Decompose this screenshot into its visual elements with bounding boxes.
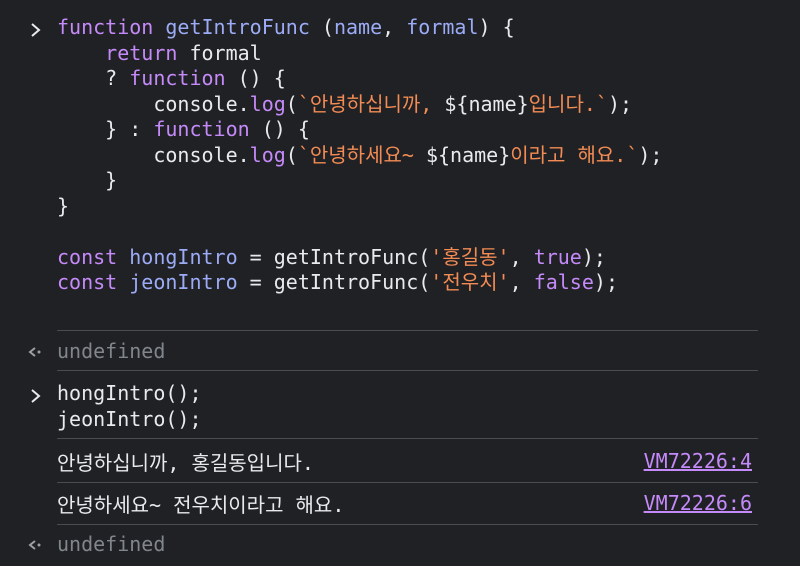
separator (57, 482, 758, 483)
code-token: name (333, 15, 383, 39)
code-token: } (57, 168, 118, 192)
code-line: hongIntro(); (57, 381, 202, 405)
code-token: true (533, 244, 582, 269)
source-link[interactable]: VM72226:4 (644, 449, 752, 473)
code-token: false (533, 270, 594, 294)
code-token: () { (249, 117, 310, 141)
log-text: 안녕하십니까, 홍길동입니다. (57, 450, 314, 475)
code-token: jeonIntro (129, 270, 238, 294)
code-token: , (382, 15, 407, 39)
code-token: ${name} (444, 91, 529, 116)
code-token: `안녕하세요~ (297, 142, 426, 167)
code-token: return (105, 40, 178, 65)
code-token: = getIntroFunc( (237, 270, 431, 294)
code-line: } (57, 194, 752, 220)
return-arrow-icon (26, 533, 46, 557)
code-token: formal (406, 15, 479, 39)
log-text: 안녕하세요~ 전우치이라고 해요. (57, 492, 345, 517)
code-line: ? function () { (57, 66, 752, 92)
code-token: function (57, 15, 154, 39)
code-token: function (153, 117, 250, 141)
result-value: undefined (57, 339, 166, 363)
code-token: '전우치' (430, 270, 510, 294)
code-token: ( (285, 142, 298, 167)
code-line: jeonIntro(); (57, 406, 202, 431)
code-token: } (57, 193, 70, 218)
code-token: () { (225, 66, 286, 90)
code-line: } : function () { (57, 117, 752, 143)
code-token: console. (57, 142, 250, 167)
chevron-right-icon (26, 18, 46, 42)
code-line: console.log(`안녕하십니까, ${name}입니다.`); (57, 92, 752, 118)
separator (57, 370, 758, 371)
code-line: function getIntroFunc (name, formal) { (57, 15, 752, 41)
result-value: undefined (57, 532, 166, 556)
code-token: ( (309, 15, 334, 39)
code-token: const (57, 270, 118, 294)
log-message: 안녕하십니까, 홍길동입니다. VM72226:4 (57, 446, 752, 476)
code-token: ( (285, 91, 298, 116)
code-token: , (509, 244, 534, 269)
code-token: hongIntro (129, 244, 238, 269)
devtools-console: function getIntroFunc (name, formal) { r… (0, 0, 800, 566)
return-arrow-icon (26, 340, 46, 364)
chevron-right-icon (26, 384, 46, 408)
code-token: getIntroFunc (165, 15, 310, 39)
code-token: ? (57, 66, 130, 90)
code-token: 입니다.` (528, 91, 608, 116)
code-token: ); (593, 270, 618, 294)
code-token: formal (177, 40, 262, 65)
code-token: `안녕하십니까, (297, 91, 445, 116)
code-token: 이라고 해요.` (510, 142, 639, 167)
code-token: log (249, 142, 286, 167)
code-token: ) { (478, 15, 515, 39)
code-token: ); (581, 244, 606, 269)
separator (57, 330, 758, 331)
source-link[interactable]: VM72226:6 (644, 491, 752, 515)
code-token: , (509, 270, 534, 294)
separator (57, 524, 758, 525)
code-token: = getIntroFunc( (237, 244, 431, 269)
code-token: } : (57, 117, 154, 141)
code-token: log (249, 91, 286, 116)
code-token: ); (638, 142, 663, 167)
code-token: ); (607, 91, 633, 116)
code-token: const (57, 244, 118, 269)
console-input-code-2: hongIntro(); jeonIntro(); (57, 381, 752, 432)
code-token: '홍길동' (430, 244, 510, 269)
separator (57, 438, 758, 439)
log-message: 안녕하세요~ 전우치이라고 해요. VM72226:6 (57, 488, 752, 518)
console-result: undefined (57, 339, 752, 365)
code-line: const hongIntro = getIntroFunc('홍길동', tr… (57, 245, 752, 271)
code-token: console. (57, 91, 250, 116)
console-input-code: function getIntroFunc (name, formal) { r… (57, 15, 752, 296)
code-line: const jeonIntro = getIntroFunc('전우치', fa… (57, 270, 752, 296)
code-line: return formal (57, 41, 752, 67)
console-result: undefined (57, 532, 752, 558)
code-token: function (129, 66, 226, 90)
code-token: ${name} (425, 142, 511, 167)
code-line: } (57, 168, 752, 194)
code-line: console.log(`안녕하세요~ ${name}이라고 해요.`); (57, 143, 752, 169)
